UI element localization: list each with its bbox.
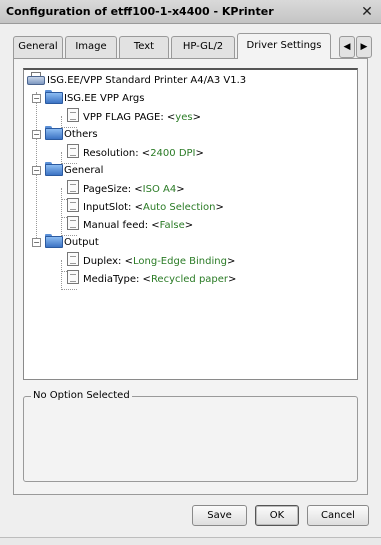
option-value: yes bbox=[175, 112, 193, 123]
tab-driver-settings[interactable]: Driver Settings bbox=[237, 33, 331, 59]
ok-button[interactable]: OK bbox=[255, 505, 299, 526]
option-value: False bbox=[159, 220, 185, 231]
collapse-icon[interactable]: − bbox=[32, 166, 41, 175]
tree-group-label: General bbox=[64, 165, 104, 176]
tab-bar: General Image Text HP-GL/2 Driver Settin… bbox=[13, 33, 373, 59]
tree-group-label: Output bbox=[64, 237, 99, 248]
tree-option-resolution[interactable]: Resolution: <2400 DPI> bbox=[67, 144, 204, 160]
tree-group-label: Others bbox=[64, 129, 98, 140]
tree-connector bbox=[61, 188, 62, 236]
save-button[interactable]: Save bbox=[192, 505, 247, 526]
option-name: VPP FLAG PAGE: < bbox=[83, 112, 176, 123]
option-name: MediaType: < bbox=[83, 274, 151, 285]
chevron-right-icon: ▶ bbox=[360, 42, 368, 52]
title-bar[interactable]: Configuration of etff100-1-x4400 - KPrin… bbox=[0, 0, 381, 24]
cancel-button-label: Cancel bbox=[321, 510, 355, 521]
tab-scroll-left-button[interactable]: ◀ bbox=[339, 36, 355, 58]
tab-label: Image bbox=[75, 41, 107, 52]
option-value: Recycled paper bbox=[150, 274, 229, 285]
option-name: Manual feed: < bbox=[83, 220, 160, 231]
option-bracket: > bbox=[184, 220, 194, 231]
folder-open-icon bbox=[45, 126, 63, 140]
window-title: Configuration of etff100-1-x4400 - KPrin… bbox=[6, 5, 274, 18]
tree-group-label: ISG.EE VPP Args bbox=[64, 93, 145, 104]
tree-option-vpp-flag-page[interactable]: VPP FLAG PAGE: <yes> bbox=[67, 108, 201, 124]
option-bracket: > bbox=[192, 112, 201, 123]
option-groupbox-title: No Option Selected bbox=[31, 390, 132, 402]
collapse-icon[interactable]: − bbox=[32, 130, 41, 139]
collapse-icon[interactable]: − bbox=[32, 238, 41, 247]
document-icon bbox=[67, 144, 79, 158]
tab-general[interactable]: General bbox=[13, 36, 63, 58]
option-value: Long-Edge Binding bbox=[133, 256, 227, 267]
tree-connector bbox=[61, 289, 77, 290]
tree-root-label: ISG.EE/VPP Standard Printer A4/A3 V1.3 bbox=[47, 75, 247, 86]
option-name: Resolution: < bbox=[83, 148, 151, 159]
document-icon bbox=[67, 270, 79, 284]
option-name: PageSize: < bbox=[83, 184, 143, 195]
tab-label: Driver Settings bbox=[246, 40, 322, 51]
folder-open-icon bbox=[45, 90, 63, 104]
tab-image[interactable]: Image bbox=[65, 36, 117, 58]
option-groupbox: No Option Selected bbox=[23, 390, 358, 482]
cancel-button[interactable]: Cancel bbox=[307, 505, 369, 526]
tree-group-output[interactable]: Output bbox=[45, 234, 99, 250]
option-name: Duplex: < bbox=[83, 256, 133, 267]
window-bottom-edge bbox=[0, 537, 381, 545]
ok-button-label: OK bbox=[269, 510, 285, 521]
options-tree[interactable]: ISG.EE/VPP Standard Printer A4/A3 V1.3 −… bbox=[23, 68, 358, 380]
tree-connector bbox=[61, 260, 62, 290]
close-icon[interactable]: ✕ bbox=[357, 2, 377, 22]
folder-open-icon bbox=[45, 234, 63, 248]
save-button-label: Save bbox=[207, 510, 232, 521]
tree-option-manual-feed[interactable]: Manual feed: <False> bbox=[67, 216, 193, 232]
printer-icon bbox=[27, 72, 45, 85]
folder-open-icon bbox=[45, 162, 63, 176]
document-icon bbox=[67, 198, 79, 212]
chevron-left-icon: ◀ bbox=[343, 42, 351, 52]
option-bracket: > bbox=[195, 148, 204, 159]
option-bracket: > bbox=[228, 274, 237, 285]
document-icon bbox=[67, 216, 79, 230]
tab-hpgl2[interactable]: HP-GL/2 bbox=[171, 36, 235, 58]
tab-scroll-right-button[interactable]: ▶ bbox=[356, 36, 372, 58]
option-value: ISO A4 bbox=[142, 184, 177, 195]
option-value: Auto Selection bbox=[143, 202, 216, 213]
tab-text[interactable]: Text bbox=[119, 36, 169, 58]
driver-settings-panel: ISG.EE/VPP Standard Printer A4/A3 V1.3 −… bbox=[13, 58, 368, 495]
option-bracket: > bbox=[226, 256, 236, 267]
option-value: 2400 DPI bbox=[150, 148, 196, 159]
tree-group-others[interactable]: Others bbox=[45, 126, 98, 142]
document-icon bbox=[67, 252, 79, 266]
tree-option-mediatype[interactable]: MediaType: <Recycled paper> bbox=[67, 270, 236, 286]
document-icon bbox=[67, 180, 79, 194]
tree-group-general[interactable]: General bbox=[45, 162, 103, 178]
tab-label: HP-GL/2 bbox=[182, 41, 224, 52]
tree-option-duplex[interactable]: Duplex: <Long-Edge Binding> bbox=[67, 252, 235, 268]
option-bracket: > bbox=[215, 202, 224, 213]
tab-label: Text bbox=[133, 41, 155, 52]
option-name: InputSlot: < bbox=[83, 202, 143, 213]
option-bracket: > bbox=[176, 184, 185, 195]
tree-root-printer[interactable]: ISG.EE/VPP Standard Printer A4/A3 V1.3 bbox=[27, 72, 246, 88]
tab-label: General bbox=[18, 41, 58, 52]
document-icon bbox=[67, 108, 79, 122]
tree-group-isgee-vpp-args[interactable]: ISG.EE VPP Args bbox=[45, 90, 144, 106]
tree-option-inputslot[interactable]: InputSlot: <Auto Selection> bbox=[67, 198, 224, 214]
tree-option-pagesize[interactable]: PageSize: <ISO A4> bbox=[67, 180, 185, 196]
collapse-icon[interactable]: − bbox=[32, 94, 41, 103]
